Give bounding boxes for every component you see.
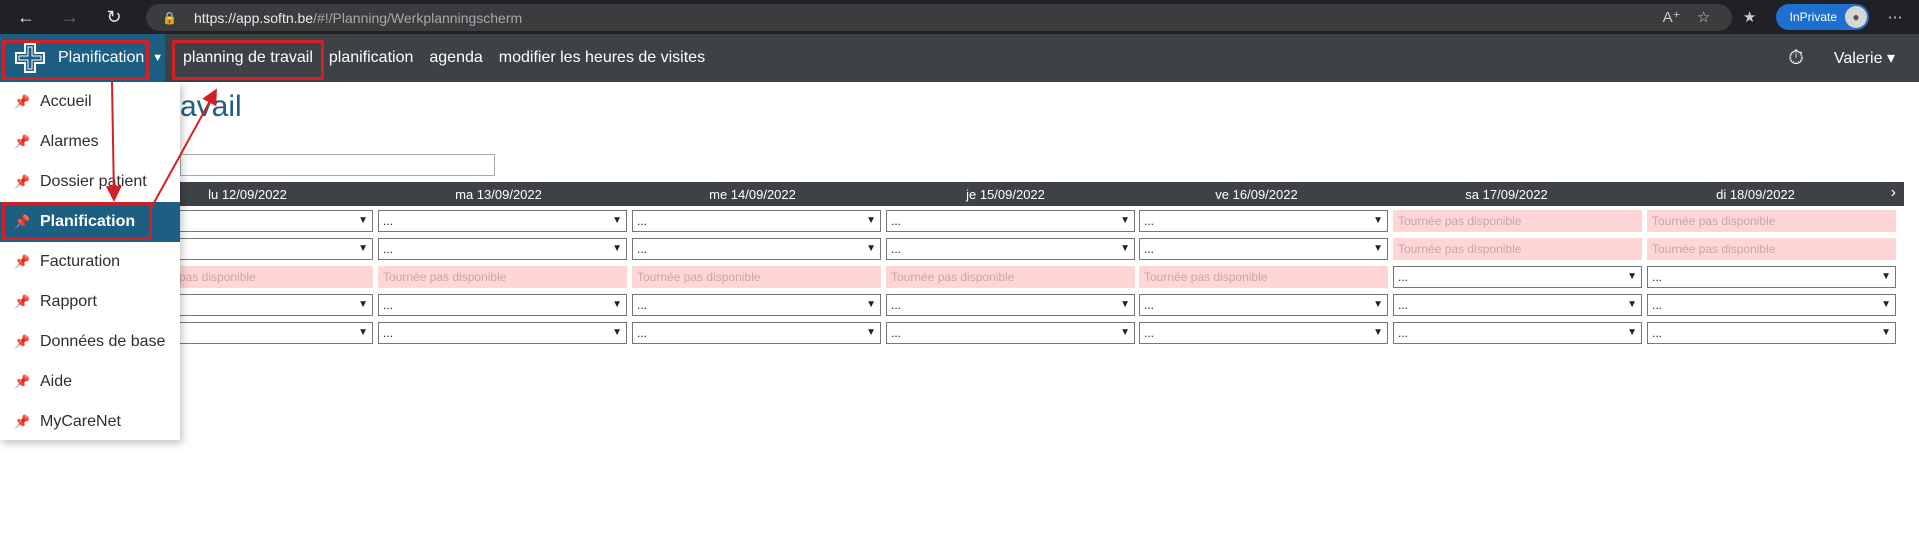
- annotation-arrows: [105, 81, 217, 211]
